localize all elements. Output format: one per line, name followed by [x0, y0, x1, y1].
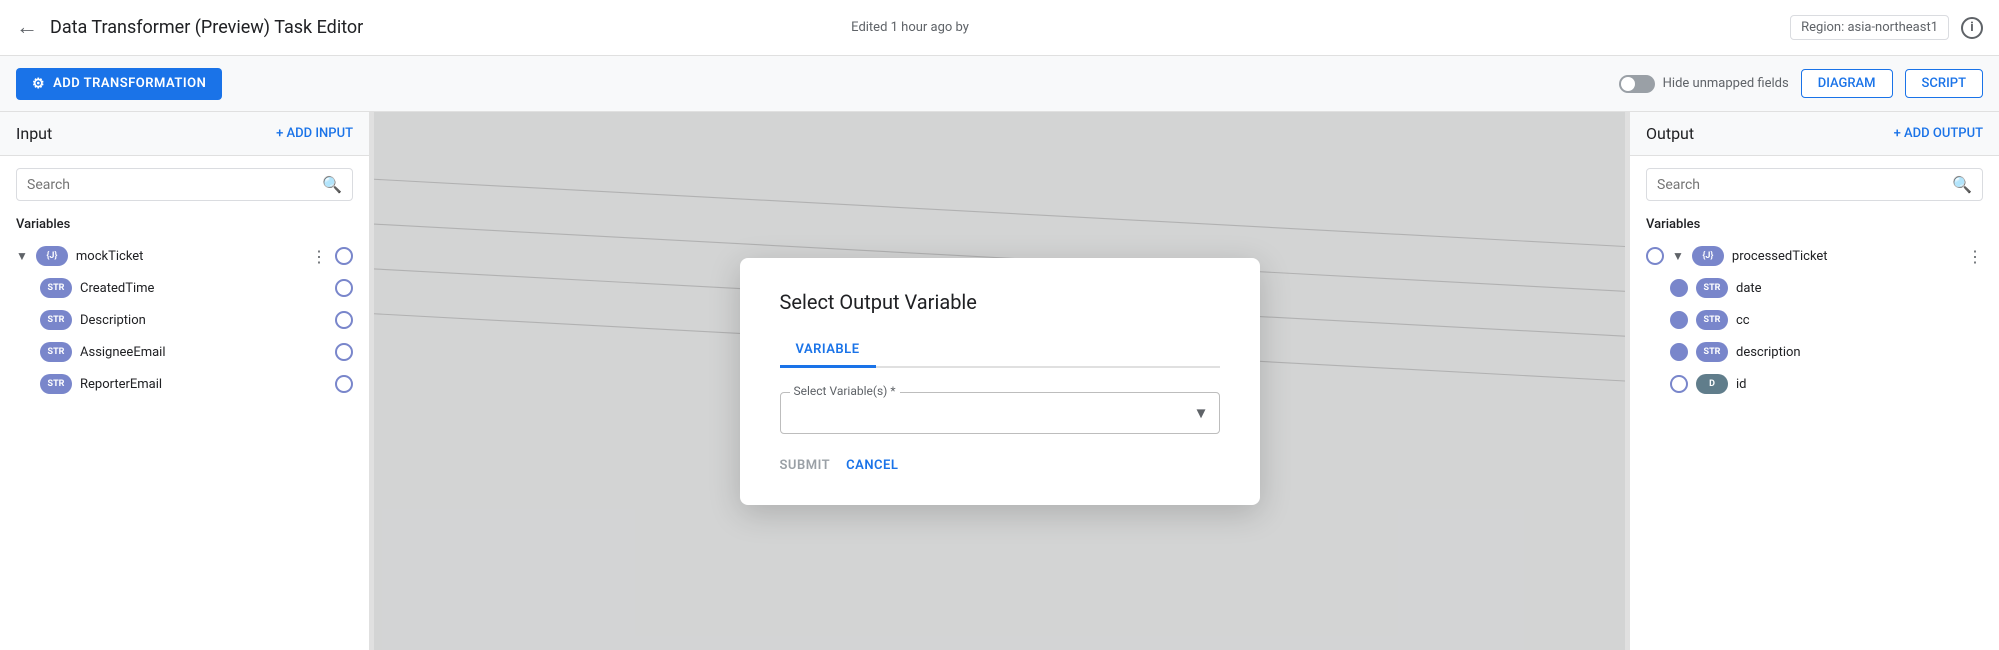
page-title: Data Transformer (Preview) Task Editor — [50, 17, 839, 38]
input-child-var-name: CreatedTime — [80, 281, 327, 296]
script-button[interactable]: SCRIPT — [1905, 69, 1983, 98]
input-root-variable: ▼ {J} mockTicket ⋮ — [0, 240, 369, 272]
cancel-button[interactable]: CANCEL — [846, 458, 898, 473]
input-root-more-icon[interactable]: ⋮ — [311, 247, 327, 266]
output-panel-title: Output — [1646, 124, 1694, 143]
input-search-box[interactable]: 🔍 — [16, 168, 353, 201]
edited-text: Edited 1 hour ago by — [851, 20, 969, 35]
output-child-connector-2 — [1670, 343, 1688, 361]
hide-unmapped-label: Hide unmapped fields — [1663, 76, 1789, 91]
list-item: STR Description — [24, 304, 369, 336]
info-button[interactable]: i — [1961, 17, 1983, 39]
modal-actions: SUBMIT CANCEL — [780, 458, 1220, 473]
output-child-var-name: description — [1736, 345, 1983, 360]
output-root-more-icon[interactable]: ⋮ — [1967, 247, 1983, 266]
toolbar-right: Hide unmapped fields DIAGRAM SCRIPT — [1619, 69, 1983, 98]
input-child-var-name: Description — [80, 313, 327, 328]
output-child-connector-3 — [1670, 375, 1688, 393]
input-child-connector-0 — [335, 279, 353, 297]
add-transformation-button[interactable]: ⚙ ADD TRANSFORMATION — [16, 68, 222, 100]
input-child-type-badge: STR — [40, 310, 72, 330]
modal-tabs: VARIABLE — [780, 334, 1220, 368]
input-child-var-name: AssigneeEmail — [80, 345, 327, 360]
chevron-down-icon[interactable]: ▼ — [16, 249, 28, 263]
select-output-variable-modal: Select Output Variable VARIABLE Select V… — [740, 258, 1260, 505]
add-transformation-label: ADD TRANSFORMATION — [53, 76, 206, 91]
diagram-button[interactable]: DIAGRAM — [1801, 69, 1893, 98]
output-search-input[interactable] — [1657, 177, 1944, 193]
add-output-button[interactable]: + ADD OUTPUT — [1894, 126, 1983, 141]
output-root-type-badge: {J} — [1692, 246, 1724, 266]
output-children: STR date STR cc STR description D id — [1630, 272, 1999, 400]
input-child-type-badge: STR — [40, 374, 72, 394]
input-child-connector-1 — [335, 311, 353, 329]
input-panel-title: Input — [16, 124, 52, 143]
list-item: STR ReporterEmail — [24, 368, 369, 400]
topbar: ← Data Transformer (Preview) Task Editor… — [0, 0, 1999, 56]
list-item: STR CreatedTime — [24, 272, 369, 304]
add-input-button[interactable]: + ADD INPUT — [276, 126, 353, 141]
list-item: D id — [1654, 368, 1999, 400]
output-child-connector-1 — [1670, 311, 1688, 329]
search-icon: 🔍 — [322, 175, 342, 194]
hide-unmapped-toggle[interactable] — [1619, 75, 1655, 93]
output-root-variable: ▼ {J} processedTicket ⋮ — [1630, 240, 1999, 272]
output-root-connector — [1646, 247, 1664, 265]
hide-unmapped-container: Hide unmapped fields — [1619, 75, 1789, 93]
info-icon: i — [1970, 20, 1973, 35]
output-variables-label: Variables — [1630, 213, 1999, 240]
output-child-var-name: cc — [1736, 313, 1983, 328]
input-root-connector — [335, 247, 353, 265]
output-root-var-name: processedTicket — [1732, 249, 1959, 264]
back-button[interactable]: ← — [16, 17, 38, 39]
toolbar: ⚙ ADD TRANSFORMATION Hide unmapped field… — [0, 56, 1999, 112]
chevron-down-icon[interactable]: ▼ — [1672, 249, 1684, 263]
modal-title: Select Output Variable — [780, 290, 1220, 314]
region-label: Region: asia-northeast1 — [1790, 15, 1949, 40]
list-item: STR description — [1654, 336, 1999, 368]
output-child-type-badge: D — [1696, 374, 1728, 394]
input-panel-header: Input + ADD INPUT — [0, 112, 369, 156]
input-child-connector-3 — [335, 375, 353, 393]
search-icon: 🔍 — [1952, 175, 1972, 194]
input-variables-label: Variables — [0, 213, 369, 240]
input-root-type-badge: {J} — [36, 246, 68, 266]
list-item: STR date — [1654, 272, 1999, 304]
select-variable-form-group: Select Variable(s) * ▾ — [780, 392, 1220, 434]
output-child-connector-0 — [1670, 279, 1688, 297]
submit-button[interactable]: SUBMIT — [780, 458, 831, 473]
select-variable-label: Select Variable(s) * — [790, 384, 900, 398]
list-item: STR AssigneeEmail — [24, 336, 369, 368]
input-children: STR CreatedTime STR Description STR Assi… — [0, 272, 369, 400]
input-child-type-badge: STR — [40, 278, 72, 298]
output-panel: Output + ADD OUTPUT 🔍 Variables ▼ {J} pr… — [1629, 112, 1999, 650]
input-panel: Input + ADD INPUT 🔍 Variables ▼ {J} mock… — [0, 112, 370, 650]
output-child-var-name: id — [1736, 377, 1983, 392]
output-child-type-badge: STR — [1696, 342, 1728, 362]
gear-icon: ⚙ — [32, 76, 45, 92]
select-variable-dropdown[interactable] — [780, 392, 1220, 434]
input-child-var-name: ReporterEmail — [80, 377, 327, 392]
modal-overlay: Select Output Variable VARIABLE Select V… — [374, 112, 1625, 650]
output-search-box[interactable]: 🔍 — [1646, 168, 1983, 201]
output-child-type-badge: STR — [1696, 278, 1728, 298]
input-child-connector-2 — [335, 343, 353, 361]
input-child-type-badge: STR — [40, 342, 72, 362]
output-child-type-badge: STR — [1696, 310, 1728, 330]
center-area: Select Output Variable VARIABLE Select V… — [374, 112, 1625, 650]
output-child-var-name: date — [1736, 281, 1983, 296]
main-layout: Input + ADD INPUT 🔍 Variables ▼ {J} mock… — [0, 112, 1999, 650]
list-item: STR cc — [1654, 304, 1999, 336]
input-root-var-name: mockTicket — [76, 249, 303, 264]
back-icon: ← — [16, 15, 38, 40]
input-search-input[interactable] — [27, 177, 314, 193]
output-panel-header: Output + ADD OUTPUT — [1630, 112, 1999, 156]
tab-variable[interactable]: VARIABLE — [780, 334, 876, 368]
